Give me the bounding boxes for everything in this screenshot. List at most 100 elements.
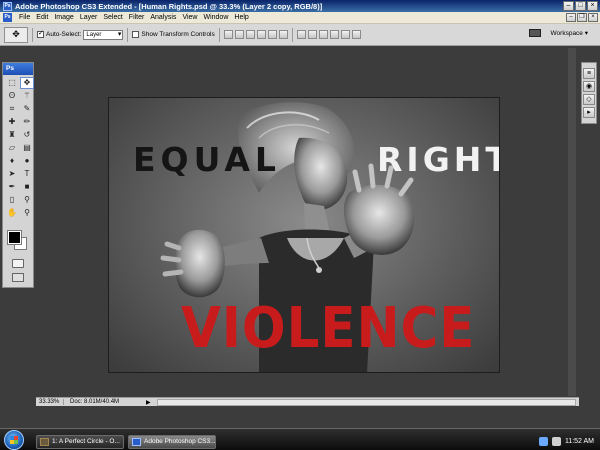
toolbox-header[interactable]: Ps bbox=[3, 63, 33, 75]
horizontal-scrollbar[interactable] bbox=[157, 398, 576, 406]
menu-image[interactable]: Image bbox=[51, 14, 76, 21]
media-player-icon bbox=[40, 438, 49, 446]
pen-tool-icon[interactable]: ✒ bbox=[5, 181, 19, 193]
slice-tool-icon[interactable]: ✎ bbox=[20, 103, 34, 115]
menu-layer[interactable]: Layer bbox=[77, 14, 101, 21]
dodge-tool-icon[interactable]: ● bbox=[20, 155, 34, 167]
violence-text: VIOLENCE bbox=[181, 296, 476, 361]
show-transform-label: Show Transform Controls bbox=[141, 31, 215, 38]
foreground-color-swatch[interactable] bbox=[7, 230, 22, 245]
show-transform-option[interactable]: Show Transform Controls bbox=[132, 31, 215, 38]
menu-help[interactable]: Help bbox=[231, 14, 251, 21]
volume-icon[interactable] bbox=[551, 436, 561, 446]
distribute-right-icon[interactable] bbox=[351, 30, 361, 39]
window-title: Adobe Photoshop CS3 Extended - [Human Ri… bbox=[15, 1, 323, 11]
quick-mask-icon[interactable] bbox=[12, 259, 24, 268]
auto-select-checkbox[interactable] bbox=[37, 29, 44, 38]
align-horizontal-center-icon[interactable] bbox=[267, 30, 277, 39]
menu-bar: Ps File Edit Image Layer Select Filter A… bbox=[0, 12, 600, 24]
blur-tool-icon[interactable]: ♦ bbox=[5, 155, 19, 167]
menu-file[interactable]: File bbox=[16, 14, 33, 21]
auto-select-dropdown[interactable]: Layer bbox=[83, 29, 124, 40]
workspace-area: Workspace ▾ bbox=[528, 29, 588, 37]
status-menu-arrow-icon[interactable]: ▶ bbox=[146, 399, 154, 406]
auto-select-label: Auto-Select: bbox=[46, 31, 82, 38]
close-button[interactable]: × bbox=[587, 1, 598, 11]
brush-tool-icon[interactable]: ✏ bbox=[20, 116, 34, 128]
move-tool-icon: ✥ bbox=[12, 29, 20, 39]
maximize-button[interactable]: □ bbox=[575, 1, 586, 11]
doc-minimize-button[interactable]: – bbox=[566, 13, 576, 22]
title-bar: Ps Adobe Photoshop CS3 Extended - [Human… bbox=[0, 0, 600, 12]
windows-taskbar: 1: A Perfect Circle - O... Adobe Photosh… bbox=[0, 428, 600, 450]
auto-select-option[interactable]: Auto-Select: bbox=[37, 29, 82, 38]
menu-analysis[interactable]: Analysis bbox=[147, 14, 179, 21]
hand-tool-icon[interactable]: ✋ bbox=[5, 207, 19, 219]
crop-tool-icon[interactable]: ⌗ bbox=[5, 103, 19, 115]
workspace-menu-button[interactable]: Workspace ▾ bbox=[551, 29, 588, 37]
eraser-tool-icon[interactable]: ▱ bbox=[5, 142, 19, 154]
align-bottom-icon[interactable] bbox=[245, 30, 255, 39]
distribute-horizontal-center-icon[interactable] bbox=[340, 30, 350, 39]
lasso-tool-icon[interactable]: ʘ bbox=[5, 90, 19, 102]
clone-stamp-tool-icon[interactable]: ♜ bbox=[5, 129, 19, 141]
type-tool-icon[interactable]: T bbox=[20, 168, 34, 180]
distribute-buttons bbox=[296, 30, 361, 39]
show-transform-checkbox[interactable] bbox=[132, 31, 140, 38]
menu-select[interactable]: Select bbox=[100, 14, 125, 21]
channels-panel-icon[interactable]: ◉ bbox=[583, 81, 595, 92]
screen-mode-icon[interactable] bbox=[12, 273, 24, 282]
doc-close-button[interactable]: × bbox=[588, 13, 598, 22]
path-selection-tool-icon[interactable]: ➤ bbox=[5, 168, 19, 180]
align-top-icon[interactable] bbox=[223, 30, 233, 39]
document-canvas[interactable]: EQUAL RIGHTS VIOLENCE bbox=[108, 97, 500, 373]
options-bar: ✥ Auto-Select: Layer Show Transform Cont… bbox=[0, 24, 600, 46]
align-vertical-center-icon[interactable] bbox=[234, 30, 244, 39]
network-icon[interactable] bbox=[538, 436, 548, 446]
tool-preset-picker[interactable]: ✥ bbox=[4, 26, 28, 43]
zoom-tool-icon[interactable]: ⚲ bbox=[20, 207, 34, 219]
menu-view[interactable]: View bbox=[179, 14, 200, 21]
marquee-tool-icon[interactable]: ⬚ bbox=[5, 77, 19, 89]
menu-edit[interactable]: Edit bbox=[33, 14, 51, 21]
history-panel-icon[interactable]: ▸ bbox=[583, 107, 595, 118]
healing-brush-tool-icon[interactable]: ✚ bbox=[5, 116, 19, 128]
distribute-top-icon[interactable] bbox=[296, 30, 306, 39]
status-bar: 33.33% Doc: 8.01M/40.4M ▶ bbox=[36, 397, 579, 406]
magic-wand-tool-icon[interactable]: ⚚ bbox=[20, 90, 34, 102]
equal-text: EQUAL bbox=[133, 140, 281, 179]
zoom-level[interactable]: 33.33% bbox=[36, 399, 64, 405]
options-separator bbox=[32, 27, 33, 42]
start-button[interactable] bbox=[4, 430, 24, 450]
minimize-button[interactable]: – bbox=[563, 1, 574, 11]
tool-grid: ⬚ ✥ ʘ ⚚ ⌗ ✎ ✚ ✏ ♜ ↺ ▱ ▤ ♦ ● ➤ T ✒ ■ ▯ ⚲ … bbox=[3, 75, 34, 221]
distribute-bottom-icon[interactable] bbox=[318, 30, 328, 39]
distribute-vertical-center-icon[interactable] bbox=[307, 30, 317, 39]
history-brush-tool-icon[interactable]: ↺ bbox=[20, 129, 34, 141]
layers-panel-icon[interactable]: ≡ bbox=[583, 68, 595, 79]
move-tool-icon[interactable]: ✥ bbox=[20, 77, 34, 89]
taskbar-item-label: Adobe Photoshop CS3... bbox=[144, 438, 216, 445]
notes-tool-icon[interactable]: ▯ bbox=[5, 194, 19, 206]
photoshop-icon bbox=[132, 438, 141, 446]
vertical-scrollbar[interactable] bbox=[568, 48, 576, 396]
palette-well-icon[interactable] bbox=[528, 29, 541, 37]
taskbar-item-media-player[interactable]: 1: A Perfect Circle - O... bbox=[36, 435, 124, 449]
document-icon[interactable]: Ps bbox=[3, 13, 12, 22]
align-right-icon[interactable] bbox=[278, 30, 288, 39]
taskbar-item-photoshop[interactable]: Adobe Photoshop CS3... bbox=[128, 435, 216, 449]
distribute-left-icon[interactable] bbox=[329, 30, 339, 39]
paths-panel-icon[interactable]: ◇ bbox=[583, 94, 595, 105]
options-separator bbox=[218, 27, 220, 42]
eyedropper-tool-icon[interactable]: ⚲ bbox=[20, 194, 34, 206]
options-separator bbox=[291, 27, 293, 42]
menu-filter[interactable]: Filter bbox=[126, 14, 148, 21]
doc-restore-button[interactable]: ❐ bbox=[577, 13, 587, 22]
toolbox-panel: Ps ⬚ ✥ ʘ ⚚ ⌗ ✎ ✚ ✏ ♜ ↺ ▱ ▤ ♦ ● ➤ T ✒ ■ ▯… bbox=[2, 62, 34, 288]
gradient-tool-icon[interactable]: ▤ bbox=[20, 142, 34, 154]
menu-window[interactable]: Window bbox=[200, 14, 231, 21]
clock[interactable]: 11:52 AM bbox=[565, 438, 594, 445]
rights-text: RIGHTS bbox=[377, 140, 499, 179]
align-left-icon[interactable] bbox=[256, 30, 266, 39]
custom-shape-tool-icon[interactable]: ■ bbox=[20, 181, 34, 193]
